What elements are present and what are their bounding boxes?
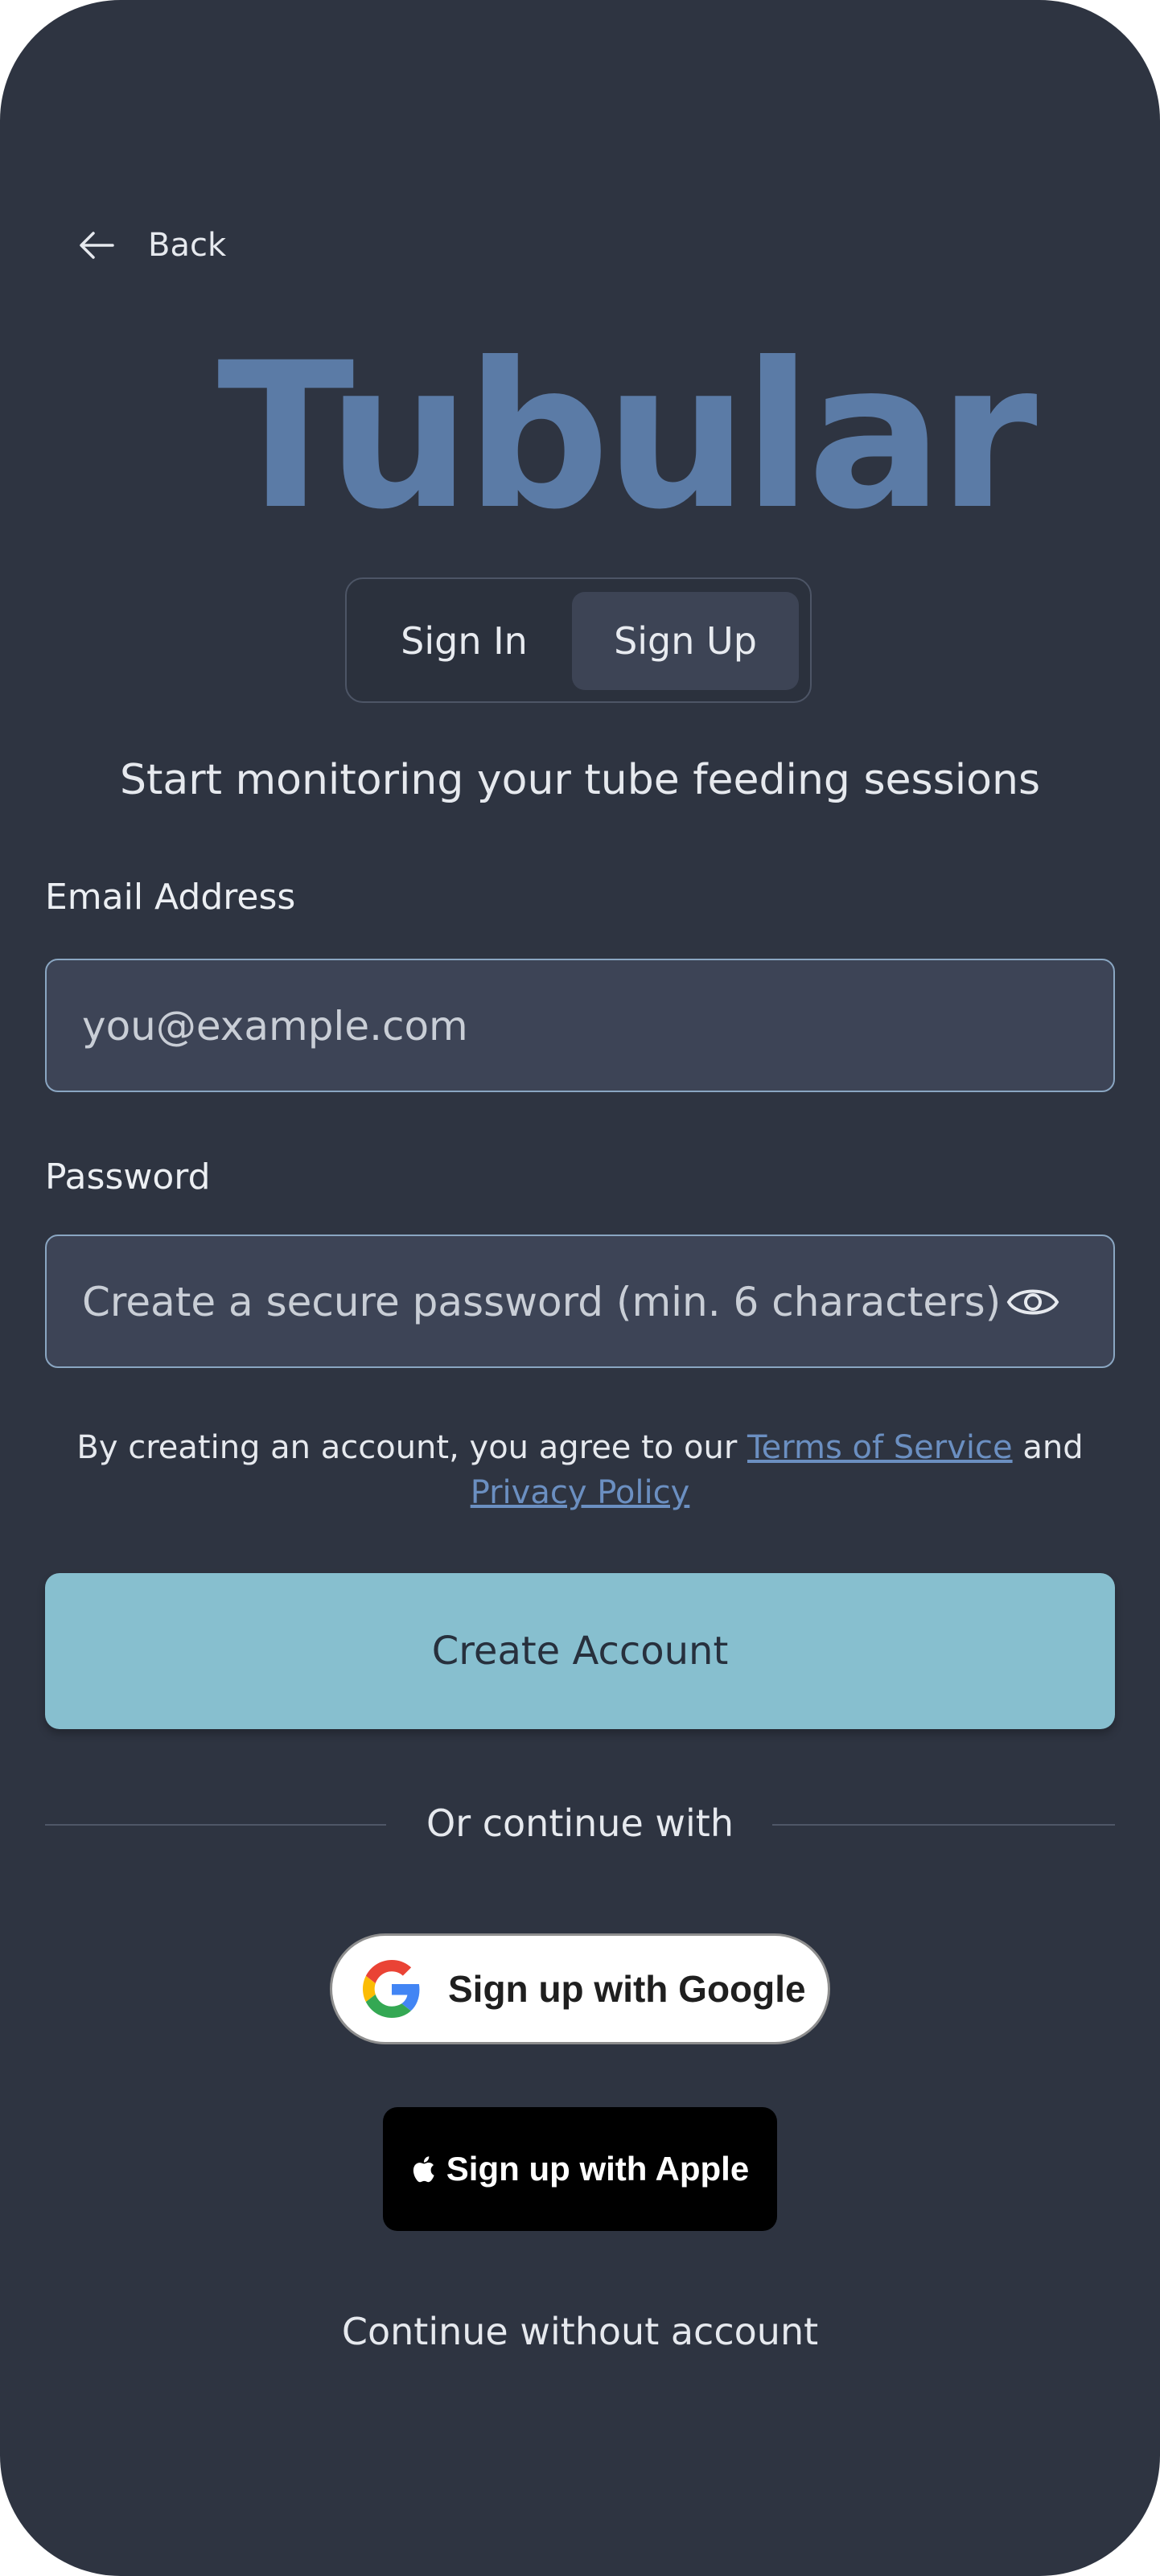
apple-button-label: Sign up with Apple [446, 2150, 750, 2188]
password-label: Password [45, 1157, 211, 1198]
password-field-container [45, 1235, 1115, 1368]
email-field-container [45, 959, 1115, 1092]
terms-of-service-link[interactable]: Terms of Service [747, 1429, 1013, 1466]
google-sign-up-button[interactable]: Sign up with Google [330, 1933, 830, 2044]
arrow-left-icon [80, 232, 114, 259]
terms-conjunction: and [1022, 1429, 1084, 1466]
apple-sign-up-button[interactable]: Sign up with Apple [383, 2107, 777, 2231]
tab-sign-in[interactable]: Sign In [360, 592, 569, 690]
divider-label: Or continue with [426, 1802, 734, 1845]
google-g-icon [363, 1960, 420, 2018]
page-subtitle: Start monitoring your tube feeding sessi… [119, 756, 1041, 804]
back-button[interactable]: Back [77, 227, 226, 264]
google-button-label: Sign up with Google [448, 1968, 806, 2010]
apple-icon [413, 2156, 434, 2183]
email-field[interactable] [80, 960, 1033, 1092]
terms-notice: By creating an account, you agree to our… [48, 1425, 1112, 1515]
logo-text: Tubular [217, 319, 1038, 553]
app-screen: Back Tubular Sign In Sign Up Start monit… [0, 0, 1160, 2576]
tab-sign-up[interactable]: Sign Up [572, 592, 799, 690]
auth-mode-toggle: Sign In Sign Up [345, 577, 812, 703]
eye-icon[interactable] [1006, 1281, 1060, 1323]
brand-logo: Tubular [217, 336, 1038, 537]
terms-prefix: By creating an account, you agree to our [76, 1429, 738, 1466]
back-label: Back [148, 227, 227, 264]
email-label: Email Address [45, 877, 296, 918]
divider-right [772, 1824, 1115, 1826]
create-account-button[interactable]: Create Account [45, 1573, 1115, 1729]
continue-without-account-link[interactable]: Continue without account [0, 2310, 1160, 2353]
privacy-policy-link[interactable]: Privacy Policy [471, 1474, 690, 1511]
password-field[interactable] [80, 1236, 1033, 1368]
